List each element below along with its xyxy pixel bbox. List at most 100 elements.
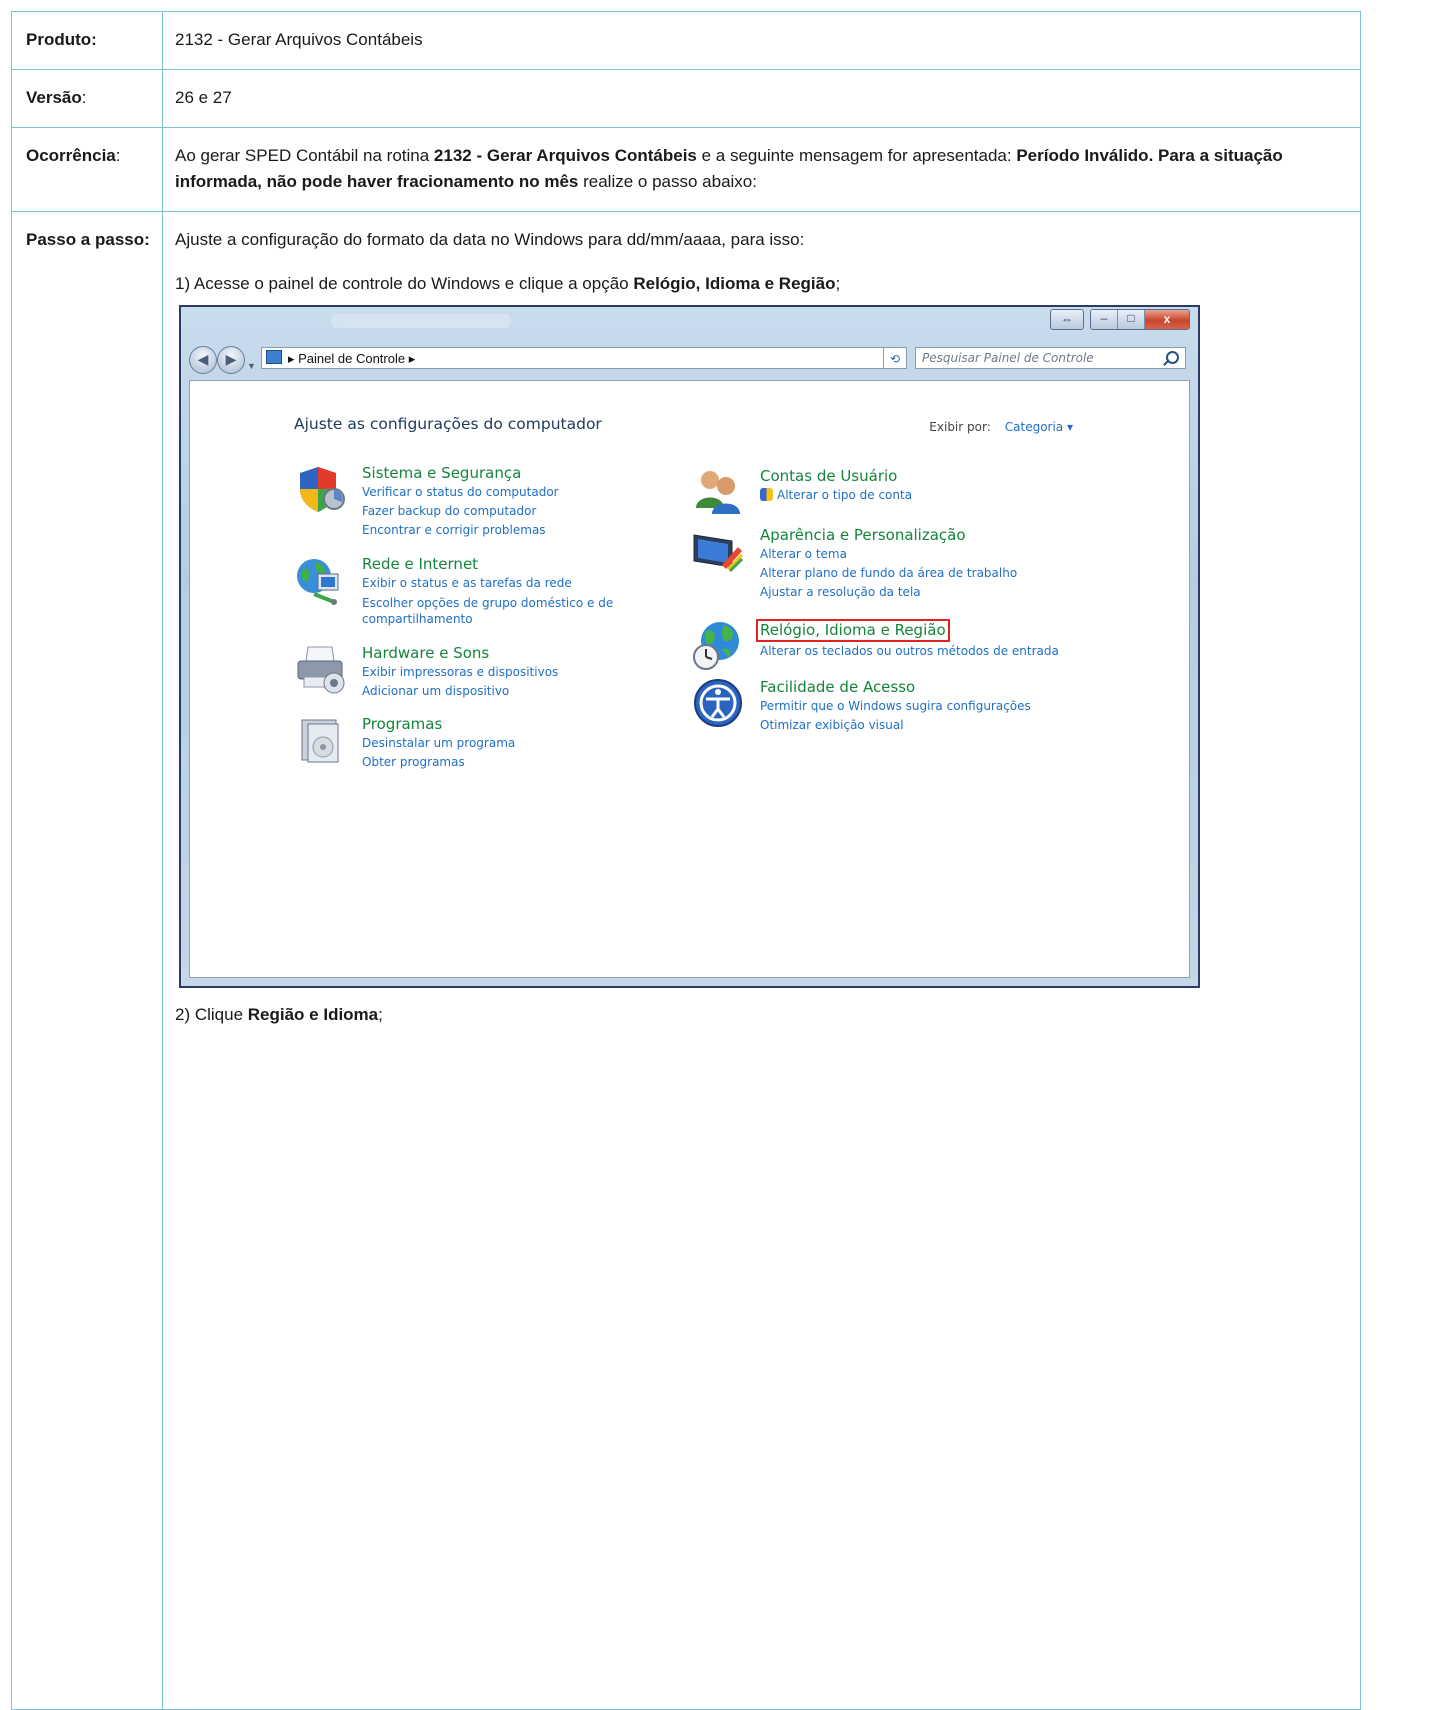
control-panel-icon xyxy=(266,350,282,364)
step-1-option: Relógio, Idioma e Região xyxy=(633,274,836,293)
category-text: Rede e Internet Exibir o status e as tar… xyxy=(362,554,662,627)
label-passo: Passo a passo: xyxy=(11,211,163,1710)
link-optimize-visual[interactable]: Otimizar exibição visual xyxy=(760,716,1060,735)
link-uninstall-program[interactable]: Desinstalar um programa xyxy=(362,734,662,753)
globe-clock-icon xyxy=(693,622,739,670)
link-change-theme[interactable]: Alterar o tema xyxy=(760,545,1060,564)
uac-shield-icon xyxy=(760,488,773,501)
view-by: Exibir por: Categoria ▾ xyxy=(929,414,1073,440)
link-get-programs[interactable]: Obter programas xyxy=(362,753,662,772)
ocorrencia-colon: : xyxy=(115,146,121,165)
view-by-label: Exibir por: xyxy=(929,420,991,434)
printer-icon xyxy=(297,646,345,694)
passo-label: Passo a passo: xyxy=(26,230,150,249)
category-title[interactable]: Relógio, Idioma e Região xyxy=(756,619,1060,642)
label-ocorrencia: Ocorrência: xyxy=(11,127,163,212)
blurred-window-title xyxy=(331,314,511,328)
swap-window-button[interactable]: ⇔ xyxy=(1050,309,1084,330)
control-panel-window-screenshot: ⇔ – □ x ◀ ▶ ▼ ▸ Painel de Controle ▸ ⟲ P… xyxy=(179,305,1200,988)
link-homegroup-sharing[interactable]: Escolher opções de grupo doméstico e de … xyxy=(362,595,662,627)
link-windows-suggest-settings[interactable]: Permitir que o Windows sugira configuraç… xyxy=(760,697,1060,716)
highlighted-option[interactable]: Relógio, Idioma e Região xyxy=(756,619,950,642)
value-produto: 2132 - Gerar Arquivos Contábeis xyxy=(162,11,1361,70)
arrow-left-icon: ◀ xyxy=(197,351,209,367)
category-text: Contas de Usuário Alterar o tipo de cont… xyxy=(760,466,1060,505)
search-placeholder: Pesquisar Painel de Controle xyxy=(922,351,1094,365)
link-change-account-type[interactable]: Alterar o tipo de conta xyxy=(760,486,1060,505)
ocorrencia-label: Ocorrência xyxy=(26,146,116,165)
versao-colon: : xyxy=(81,88,87,107)
link-change-account-type-label[interactable]: Alterar o tipo de conta xyxy=(777,488,912,502)
row-passo: Passo a passo: Ajuste a configuração do … xyxy=(11,211,1361,1710)
kb-document: Produto: 2132 - Gerar Arquivos Contábeis… xyxy=(11,11,1361,1710)
users-icon xyxy=(696,471,740,514)
control-panel-content: Ajuste as configurações do computador Ex… xyxy=(189,380,1190,978)
network-globe-icon xyxy=(297,559,339,605)
versao-label: Versão xyxy=(26,88,82,107)
row-ocorrencia: Ocorrência: Ao gerar SPED Contábil na ro… xyxy=(11,127,1361,212)
ocorrencia-routine: 2132 - Gerar Arquivos Contábeis xyxy=(433,146,697,165)
window-titlebar[interactable]: ⇔ – □ x xyxy=(181,307,1198,337)
view-by-dropdown[interactable]: Categoria ▾ xyxy=(1005,420,1073,434)
back-button[interactable]: ◀ xyxy=(189,346,217,374)
link-troubleshoot[interactable]: Encontrar e corrigir problemas xyxy=(362,521,662,540)
link-check-status[interactable]: Verificar o status do computador xyxy=(362,483,662,502)
programs-icon xyxy=(301,719,339,763)
step-2-text: 2) Clique xyxy=(175,1005,248,1024)
link-add-device[interactable]: Adicionar um dispositivo xyxy=(362,682,662,701)
link-adjust-resolution[interactable]: Ajustar a resolução da tela xyxy=(760,583,1060,602)
label-produto: Produto: xyxy=(11,11,163,70)
step-1-end: ; xyxy=(835,274,841,293)
step-1: 1) Acesse o painel de controle do Window… xyxy=(175,271,1348,297)
link-network-status[interactable]: Exibir o status e as tarefas da rede xyxy=(362,574,662,593)
row-versao: Versão: 26 e 27 xyxy=(11,69,1361,128)
category-title[interactable]: Rede e Internet xyxy=(362,554,662,574)
link-change-keyboards[interactable]: Alterar os teclados ou outros métodos de… xyxy=(760,642,1100,661)
page-title: Ajuste as configurações do computador xyxy=(294,415,602,433)
address-bar[interactable]: ▸ Painel de Controle ▸ ▾ xyxy=(261,347,901,369)
step-2-option: Região e Idioma xyxy=(247,1005,379,1024)
category-title[interactable]: Programas xyxy=(362,714,662,734)
label-versao: Versão: xyxy=(11,69,163,128)
row-produto: Produto: 2132 - Gerar Arquivos Contábeis xyxy=(11,11,1361,70)
kb-table: Produto: 2132 - Gerar Arquivos Contábeis… xyxy=(11,11,1361,1710)
monitor-paint-icon xyxy=(693,534,744,573)
value-passo: Ajuste a configuração do formato da data… xyxy=(162,211,1361,1710)
category-text: Facilidade de Acesso Permitir que o Wind… xyxy=(760,677,1060,735)
arrow-right-icon: ▶ xyxy=(225,351,237,367)
navigation-bar: ◀ ▶ ▼ ▸ Painel de Controle ▸ ▾ ⟲ Pesquis… xyxy=(189,345,1190,374)
forward-button[interactable]: ▶ xyxy=(217,346,245,374)
category-title[interactable]: Facilidade de Acesso xyxy=(760,677,1060,697)
category-text: Sistema e Segurança Verificar o status d… xyxy=(362,463,662,540)
category-title[interactable]: Hardware e Sons xyxy=(362,643,662,663)
ocorrencia-text-2: e a seguinte mensagem for apresentada: xyxy=(696,146,1017,165)
search-input[interactable]: Pesquisar Painel de Controle xyxy=(915,347,1186,369)
window-controls: – □ x xyxy=(1090,309,1190,330)
value-ocorrencia: Ao gerar SPED Contábil na rotina 2132 - … xyxy=(162,127,1361,212)
ocorrencia-text-3: realize o passo abaixo: xyxy=(578,172,757,191)
ocorrencia-text-1: Ao gerar SPED Contábil na rotina xyxy=(175,146,434,165)
refresh-button[interactable]: ⟲ xyxy=(883,347,907,369)
address-path[interactable]: ▸ Painel de Controle ▸ xyxy=(288,351,415,366)
link-backup[interactable]: Fazer backup do computador xyxy=(362,502,662,521)
category-text: Relógio, Idioma e Região Alterar os tecl… xyxy=(756,619,1060,661)
search-icon[interactable] xyxy=(1166,351,1179,364)
shield-icon xyxy=(300,467,345,512)
category-title[interactable]: Sistema e Segurança xyxy=(362,463,662,483)
recent-pages-dropdown[interactable]: ▼ xyxy=(247,353,256,379)
step-2: 2) Clique Região e Idioma; xyxy=(175,1002,1348,1028)
close-button[interactable]: x xyxy=(1145,310,1189,329)
minimize-button[interactable]: – xyxy=(1091,310,1118,329)
link-devices-printers[interactable]: Exibir impressoras e dispositivos xyxy=(362,663,662,682)
caption-buttons: ⇔ – □ x xyxy=(1050,309,1190,330)
link-change-background[interactable]: Alterar plano de fundo da área de trabal… xyxy=(760,564,1060,583)
value-versao: 26 e 27 xyxy=(162,69,1361,128)
category-title[interactable]: Aparência e Personalização xyxy=(760,525,1060,545)
ease-of-access-icon xyxy=(694,679,742,727)
category-text: Aparência e Personalização Alterar o tem… xyxy=(760,525,1060,602)
maximize-button[interactable]: □ xyxy=(1118,310,1145,329)
category-title[interactable]: Contas de Usuário xyxy=(760,466,1060,486)
category-text: Hardware e Sons Exibir impressoras e dis… xyxy=(362,643,662,701)
produto-label: Produto: xyxy=(26,30,97,49)
step-2-end: ; xyxy=(378,1005,383,1024)
